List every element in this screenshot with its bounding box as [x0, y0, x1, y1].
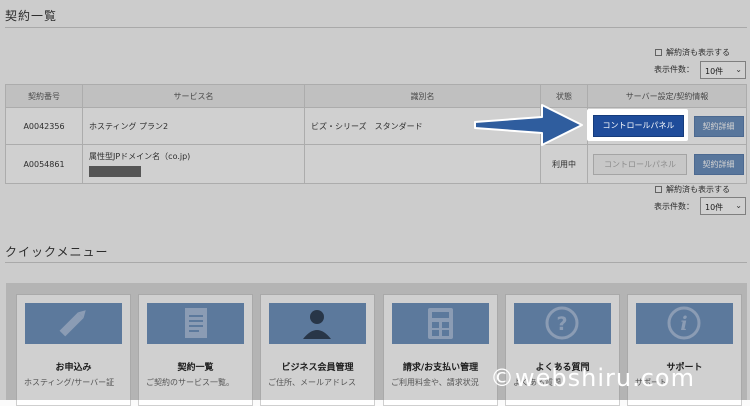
card-desc: ホスティング/サーバー証: [24, 378, 115, 387]
control-panel-button[interactable]: コントロールパネル: [593, 153, 687, 175]
watermark: ©webshiru.com: [490, 364, 695, 392]
card-tile: [269, 303, 366, 344]
status: 利用中: [540, 144, 588, 184]
per-page-label: 表示件数：: [654, 202, 694, 211]
contract-no: A0054861: [5, 144, 83, 184]
per-page-value: 10件: [705, 67, 724, 76]
contract-detail-button[interactable]: 契約詳細: [693, 115, 744, 137]
card-desc: ご利用料金や、請求状況: [391, 378, 479, 387]
show-cancelled-checkbox[interactable]: [655, 49, 662, 56]
title-divider: [5, 27, 747, 28]
redacted-block: [89, 166, 141, 177]
show-cancelled-label: 解約済も表示する: [666, 185, 730, 194]
contract-detail-button[interactable]: 契約詳細: [693, 153, 744, 175]
per-page-value: 10件: [705, 203, 724, 212]
control-panel-button-highlighted[interactable]: コントロールパネル: [593, 115, 684, 137]
contract-no: A0042356: [5, 107, 83, 145]
service-name: ホスティング プラン2: [82, 107, 305, 145]
user-icon: [303, 310, 331, 339]
show-cancelled-checkbox[interactable]: [655, 186, 662, 193]
chevron-down-icon: ⌄: [735, 65, 742, 74]
service-name: 属性型JPドメイン名（co.jp): [89, 152, 191, 161]
card-tile: [392, 303, 489, 344]
header-contract-no: 契約番号: [5, 84, 83, 108]
question-icon: ?: [545, 306, 579, 340]
svg-text:i: i: [680, 313, 687, 335]
per-page-label: 表示件数：: [654, 65, 694, 74]
card-desc: ご住所、メールアドレス: [268, 378, 356, 387]
svg-text:?: ?: [556, 313, 567, 335]
card-tile: [147, 303, 244, 344]
card-tile: i: [636, 303, 733, 344]
chevron-down-icon: ⌄: [735, 201, 742, 210]
per-page-select[interactable]: 10件 ⌄: [700, 61, 746, 79]
actions-cell: コントロールパネル 契約詳細: [587, 144, 747, 184]
show-cancelled-label: 解約済も表示する: [666, 48, 730, 57]
header-service: サービス名: [82, 84, 305, 108]
card-title: 契約一覧: [177, 363, 214, 373]
page-title: 契約一覧: [5, 9, 58, 23]
per-page-select[interactable]: 10件 ⌄: [700, 197, 746, 215]
quick-card-apply[interactable]: お申込み ホスティング/サーバー証: [16, 294, 131, 406]
table-header-row: 契約番号 サービス名 識別名 状態 サーバー設定/契約情報: [5, 84, 747, 108]
card-tile: [25, 303, 122, 344]
pencil-icon: [59, 310, 86, 337]
card-desc: ご契約のサービス一覧。: [146, 378, 234, 387]
quick-menu-divider: [5, 262, 747, 263]
quick-menu-title: クイックメニュー: [5, 245, 109, 259]
quick-card-member[interactable]: ビジネス会員管理 ご住所、メールアドレス: [260, 294, 375, 406]
card-title: ビジネス会員管理: [281, 363, 354, 373]
card-title: 請求/お支払い管理: [402, 363, 479, 373]
highlight-frame: コントロールパネル: [587, 109, 688, 141]
document-icon: [185, 308, 207, 338]
identifier: [304, 144, 541, 184]
card-tile: ?: [514, 303, 611, 344]
table-row: A0054861 属性型JPドメイン名（co.jp) 利用中 コントロールパネル…: [5, 144, 747, 184]
card-title: お申込み: [55, 363, 92, 373]
quick-card-contracts[interactable]: 契約一覧 ご契約のサービス一覧。: [138, 294, 253, 406]
calculator-icon: [428, 308, 453, 339]
service-cell: 属性型JPドメイン名（co.jp): [82, 144, 305, 184]
header-server-settings: サーバー設定/契約情報: [587, 84, 747, 108]
arrow-pointer-icon: [474, 104, 583, 146]
info-icon: i: [667, 306, 701, 340]
quick-card-billing[interactable]: 請求/お支払い管理 ご利用料金や、請求状況: [383, 294, 498, 406]
